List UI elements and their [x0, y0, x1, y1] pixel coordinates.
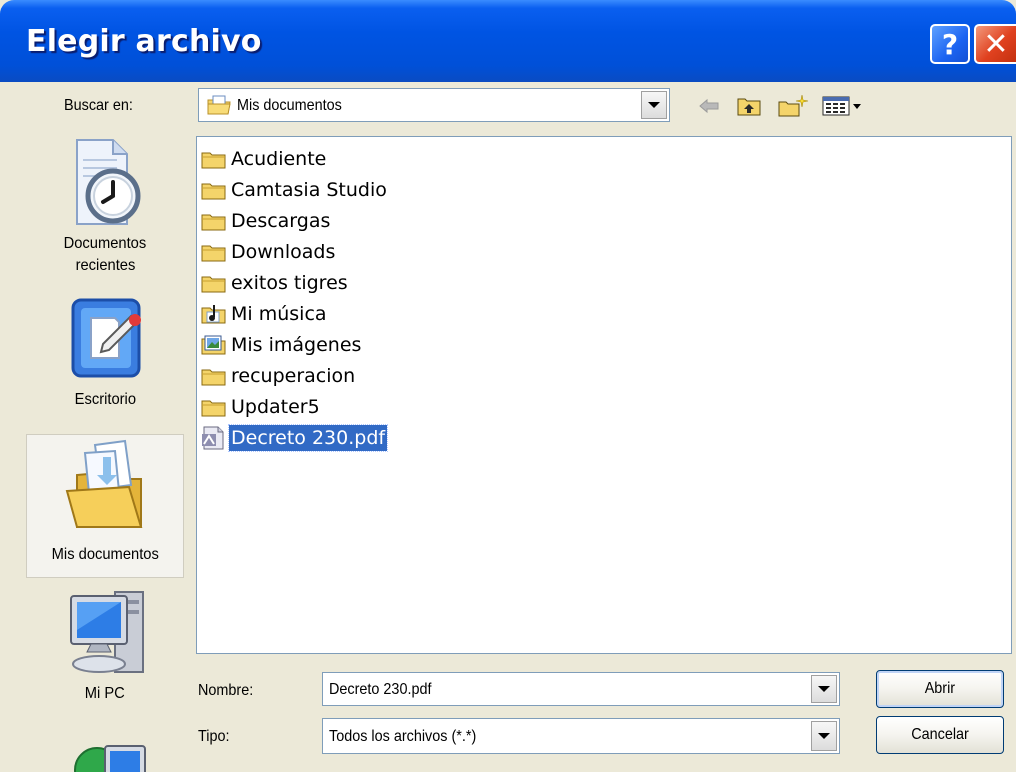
folder-icon [201, 152, 226, 169]
new-folder-button[interactable] [776, 94, 810, 118]
chevron-down-icon [818, 686, 830, 692]
cancel-button-label: Cancelar [911, 726, 969, 743]
chevron-down-icon [818, 733, 830, 739]
chevron-down-icon [648, 102, 660, 108]
file-name: recuperacion [231, 365, 356, 387]
list-item-folder[interactable]: recuperacion [201, 362, 357, 390]
folder-icon [201, 245, 226, 262]
place-label: Documentos [63, 235, 147, 252]
list-item-folder[interactable]: Downloads [201, 238, 337, 266]
file-open-dialog: Elegir archivo ? ✕ Buscar en: Mis docume… [0, 0, 1016, 772]
file-name: exitos tigres [231, 272, 348, 294]
file-name: Updater5 [231, 396, 320, 418]
file-name: Decreto 230.pdf [227, 424, 389, 452]
lookin-value: Mis documentos [237, 97, 342, 114]
new-folder-icon [778, 94, 809, 117]
file-list[interactable]: Acudiente Camtasia Studio Descargas Down… [196, 136, 1012, 654]
list-item-pdf-file[interactable]: Decreto 230.pdf [201, 424, 389, 452]
list-item-folder[interactable]: exitos tigres [201, 269, 350, 297]
list-item-folder[interactable]: Acudiente [201, 145, 328, 173]
place-my-documents[interactable]: Mis documentos [26, 434, 184, 578]
folder-icon [201, 183, 226, 200]
filetype-select[interactable]: Todos los archivos (*.*) [322, 718, 840, 754]
desktop-icon [71, 298, 141, 378]
filename-input[interactable]: Decreto 230.pdf [329, 681, 431, 699]
pdf-file-icon [202, 426, 224, 450]
help-icon: ? [941, 27, 959, 61]
title-bar[interactable]: Elegir archivo ? ✕ [0, 0, 1016, 82]
network-places-icon [74, 745, 146, 772]
my-computer-icon [70, 591, 144, 673]
folder-icon [201, 400, 226, 417]
list-item-folder[interactable]: Updater5 [201, 393, 322, 421]
place-recent-documents[interactable]: Documentos recientes [26, 136, 184, 284]
lookin-combo[interactable]: Mis documentos [198, 88, 670, 122]
places-bar: Documentos recientes Escritorio Mis docu… [22, 136, 184, 772]
lookin-label: Buscar en: [64, 97, 133, 114]
filename-label: Nombre: [198, 682, 254, 699]
place-label: Mi PC [84, 685, 126, 702]
view-menu-button[interactable] [820, 94, 866, 118]
file-name: Downloads [231, 241, 336, 263]
close-icon: ✕ [983, 26, 1009, 62]
window-title: Elegir archivo [26, 24, 262, 59]
up-folder-button[interactable] [734, 94, 764, 118]
filetype-value: Todos los archivos (*.*) [329, 728, 477, 745]
close-button[interactable]: ✕ [974, 24, 1016, 64]
filename-combo[interactable]: Decreto 230.pdf [322, 672, 840, 706]
filename-dropdown-button[interactable] [811, 675, 837, 703]
my-documents-small-icon [207, 95, 231, 115]
list-item-music-folder[interactable]: Mi música [201, 300, 329, 328]
file-name: Descargas [231, 210, 331, 232]
cancel-button[interactable]: Cancelar [876, 716, 1004, 754]
folder-icon [201, 369, 226, 386]
back-arrow-icon [699, 98, 719, 114]
my-documents-icon [65, 439, 143, 528]
up-folder-icon [737, 98, 761, 116]
place-network[interactable] [26, 726, 184, 772]
place-label: Escritorio [74, 391, 136, 408]
file-name: Mis imágenes [231, 334, 362, 356]
place-label: Mis documentos [51, 546, 159, 563]
folder-icon [201, 214, 226, 231]
file-name: Mi música [231, 303, 327, 325]
view-menu-icon [822, 96, 861, 116]
file-name: Acudiente [231, 148, 327, 170]
recent-documents-icon [76, 139, 141, 225]
open-button[interactable]: Abrir [876, 670, 1004, 708]
folder-icon [201, 276, 226, 293]
pictures-folder-icon [201, 335, 226, 355]
place-label-line2: recientes [75, 257, 135, 274]
open-button-label: Abrir [924, 680, 956, 697]
lookin-dropdown-button[interactable] [641, 91, 667, 119]
list-item-folder[interactable]: Descargas [201, 207, 332, 235]
filetype-label: Tipo: [198, 728, 230, 745]
list-item-pictures-folder[interactable]: Mis imágenes [201, 331, 363, 359]
list-item-folder[interactable]: Camtasia Studio [201, 176, 389, 204]
help-button[interactable]: ? [930, 24, 970, 64]
music-folder-icon [201, 305, 226, 324]
place-desktop[interactable]: Escritorio [26, 296, 184, 422]
file-name: Camtasia Studio [231, 179, 387, 201]
filetype-dropdown-button[interactable] [811, 721, 837, 751]
place-my-computer[interactable]: Mi PC [26, 586, 184, 706]
back-button[interactable] [696, 94, 722, 118]
